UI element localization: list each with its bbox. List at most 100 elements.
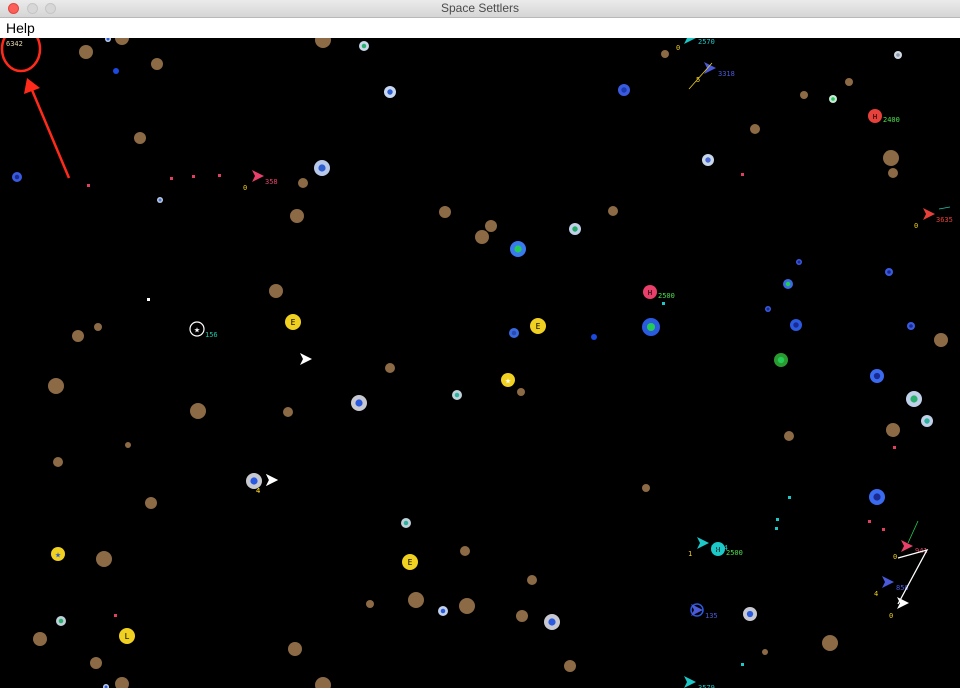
mineable-asteroid-core	[646, 322, 656, 332]
asteroid	[886, 423, 900, 437]
asteroid	[288, 642, 302, 656]
asteroid	[96, 551, 112, 567]
energy-beacon-label: E	[536, 322, 541, 331]
mineable-asteroid-core	[250, 477, 258, 485]
projectile	[218, 174, 221, 177]
mineable-asteroid-core	[440, 608, 446, 614]
asteroid	[883, 150, 899, 166]
blue-asteroid	[591, 334, 597, 340]
mineable-asteroid-core	[887, 270, 891, 274]
mineable-asteroid-core	[785, 281, 791, 287]
mineable-asteroid-core	[158, 198, 162, 202]
ship-energy-label: 135	[705, 612, 718, 620]
projectile	[114, 614, 117, 617]
asteroid	[125, 442, 131, 448]
asteroid	[527, 575, 537, 585]
blue-asteroid	[113, 68, 119, 74]
timestep-readout: 6342	[6, 40, 23, 48]
energy-beacon-label: E	[291, 318, 296, 327]
projectile	[662, 302, 665, 305]
asteroid	[762, 649, 768, 655]
mineable-asteroid-core	[318, 164, 326, 172]
projectile	[776, 518, 779, 521]
mineable-asteroid-core	[797, 260, 801, 264]
asteroid	[33, 632, 47, 646]
asteroid	[53, 457, 63, 467]
mineable-asteroid-core	[14, 174, 20, 180]
base-letter: H	[873, 113, 877, 121]
mineable-asteroid-core	[514, 245, 522, 253]
menu-help[interactable]: Help	[6, 20, 35, 36]
ship-energy-label: 2570	[698, 38, 715, 46]
projectile	[170, 177, 173, 180]
window-titlebar: Space Settlers	[0, 0, 960, 18]
mineable-asteroid-core	[777, 356, 785, 364]
star-icon: ★	[505, 376, 511, 387]
ship-resource-label: 0	[889, 612, 893, 620]
ship-resource-label: 0	[893, 553, 897, 561]
energy-beacon-label: L	[125, 632, 130, 641]
asteroid	[298, 178, 308, 188]
asteroid	[385, 363, 395, 373]
asteroid	[784, 431, 794, 441]
star-icon: ★	[55, 550, 61, 561]
mineable-asteroid-core	[387, 89, 393, 95]
mineable-asteroid-core	[831, 97, 835, 101]
ship-energy-label: 3579	[698, 684, 715, 688]
energy-beacon-label: E	[408, 558, 413, 567]
asteroid	[485, 220, 497, 232]
asteroid	[408, 592, 424, 608]
asteroid	[845, 78, 853, 86]
ship-resource-label: 1	[688, 550, 692, 558]
asteroid	[366, 600, 374, 608]
asteroid	[459, 598, 475, 614]
asteroid	[800, 91, 808, 99]
mineable-asteroid-core	[873, 372, 881, 380]
asteroid	[72, 330, 84, 342]
mineable-asteroid-core	[924, 418, 930, 424]
ship-energy-label: 3318	[718, 70, 735, 78]
asteroid	[90, 657, 102, 669]
base-energy-label: 2500	[726, 549, 743, 557]
asteroid	[888, 168, 898, 178]
asteroid	[269, 284, 283, 298]
asteroid	[283, 407, 293, 417]
asteroid	[439, 206, 451, 218]
mineable-asteroid-core	[909, 324, 913, 328]
mineable-asteroid-core	[361, 43, 367, 49]
ship-energy-label: 3574	[711, 544, 728, 552]
mineable-asteroid-core	[511, 330, 517, 336]
mineable-asteroid-core	[403, 520, 409, 526]
asteroid	[516, 610, 528, 622]
projectile	[882, 528, 885, 531]
game-canvas[interactable]: E EEL★★★ H 2400H 2500H 2500 3580331853635025…	[0, 38, 960, 688]
asteroid	[608, 206, 618, 216]
mineable-asteroid-core	[548, 618, 556, 626]
mineable-asteroid-core	[910, 395, 918, 403]
asteroid	[934, 333, 948, 347]
projectile	[893, 446, 896, 449]
menu-bar: Help	[0, 18, 960, 38]
mineable-asteroid-core	[58, 618, 64, 624]
mineable-asteroid-core	[355, 399, 363, 407]
asteroid	[79, 45, 93, 59]
asteroid	[475, 230, 489, 244]
asteroid	[94, 323, 102, 331]
projectile	[868, 520, 871, 523]
asteroid	[517, 388, 525, 396]
ship-resource-label: 4	[874, 590, 878, 598]
mineable-asteroid-core	[873, 493, 881, 501]
ship-resource-label: 0	[243, 184, 247, 192]
projectile	[741, 663, 744, 666]
asteroid	[290, 209, 304, 223]
mineable-asteroid-core	[793, 322, 799, 328]
ship-energy-label: 3635	[936, 216, 953, 224]
asteroid	[642, 484, 650, 492]
ship-resource-label: 4	[256, 487, 260, 495]
asteroid	[48, 378, 64, 394]
asteroid	[564, 660, 576, 672]
mineable-asteroid-core	[454, 392, 460, 398]
mineable-asteroid-core	[572, 226, 578, 232]
mineable-asteroid-core	[766, 307, 770, 311]
asteroid	[190, 403, 206, 419]
